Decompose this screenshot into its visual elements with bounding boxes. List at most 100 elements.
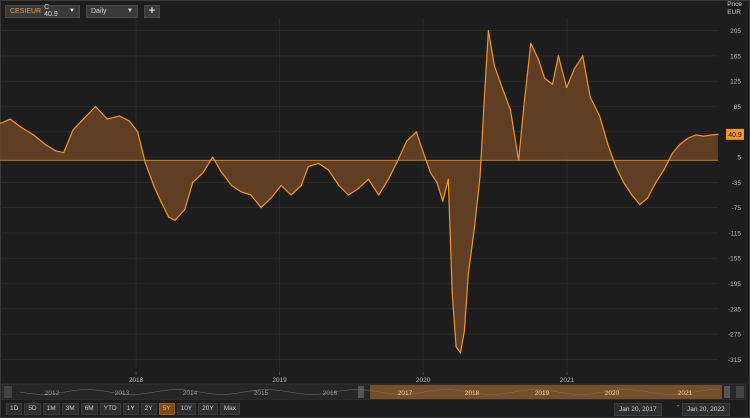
data-point	[467, 273, 469, 275]
data-point	[192, 181, 194, 183]
range-buttons: 1D 5D 1M 3M 6M YTD 1Y 2Y 5Y 10Y 20Y Max	[6, 403, 241, 415]
data-point	[479, 175, 481, 177]
data-point	[679, 143, 681, 145]
data-point	[655, 181, 657, 183]
data-point	[671, 153, 673, 155]
navigator-year-label: 2012	[45, 390, 60, 397]
data-point	[290, 194, 292, 196]
data-point	[327, 169, 329, 171]
data-point	[501, 86, 503, 89]
dropdown-icon: ▼	[69, 8, 75, 14]
data-point	[623, 181, 625, 183]
data-point	[451, 292, 453, 294]
price-chart[interactable]: -315-275-235-195-155-115-75-355458512516…	[0, 0, 750, 400]
y-tick-label: 125	[730, 79, 741, 86]
data-point	[54, 150, 57, 152]
data-point	[338, 184, 340, 187]
range-button-5d[interactable]: 5D	[24, 403, 41, 415]
data-point	[639, 203, 641, 206]
data-point	[106, 118, 108, 120]
range-button-3m[interactable]: 3M	[61, 403, 79, 415]
data-point	[551, 83, 554, 85]
data-point	[212, 156, 214, 158]
data-point	[430, 172, 432, 174]
data-point	[231, 184, 233, 187]
data-point	[387, 178, 390, 180]
series-fill	[0, 30, 718, 353]
range-button-10y[interactable]: 10Y	[176, 403, 197, 415]
navigator-right-handle	[724, 386, 730, 398]
navigator-year-label: 2015	[254, 390, 269, 397]
data-point	[395, 162, 397, 164]
navigator[interactable]: 2012 2013 2014 2015 2016 2017 2018 2019 2020 2021	[1, 383, 747, 400]
data-point	[260, 207, 262, 209]
data-point	[518, 159, 520, 161]
data-point	[530, 42, 532, 44]
y-axis: -315-275-235-195-155-115-75-355458512516…	[728, 28, 741, 364]
data-point	[436, 181, 438, 183]
data-point	[544, 77, 546, 79]
range-button-1y[interactable]: 1Y	[122, 403, 139, 415]
y-tick-label: -275	[728, 332, 741, 339]
data-point	[415, 131, 417, 133]
range-button-ytd[interactable]: YTD	[99, 403, 121, 415]
data-point	[663, 169, 665, 171]
y-tick-label: -155	[728, 256, 741, 263]
range-button-1m[interactable]: 1M	[42, 403, 60, 415]
ric-code: CESIEUR	[10, 7, 42, 15]
data-point	[280, 184, 282, 187]
navigator-year-label: 2017	[398, 390, 413, 397]
data-point	[32, 134, 35, 136]
data-point	[573, 68, 576, 70]
grid	[0, 18, 718, 372]
symbol-selector[interactable]: CESIEUR C 40.9 ▼	[5, 4, 80, 18]
data-point	[240, 191, 242, 193]
data-point	[9, 118, 11, 120]
data-point	[589, 96, 591, 98]
range-button-6m[interactable]: 6M	[80, 403, 98, 415]
data-point	[160, 200, 162, 202]
y-tick-label: -35	[732, 180, 742, 187]
data-point	[300, 184, 302, 187]
frequency-selector[interactable]: Daily ▼	[86, 4, 138, 18]
data-point	[202, 172, 204, 174]
data-point	[367, 178, 369, 180]
x-tick-label: 2019	[272, 377, 287, 384]
data-point	[137, 131, 139, 133]
date-to-field[interactable]: Jan 20, 2022	[682, 403, 730, 416]
range-button-20y[interactable]: 20Y	[198, 403, 218, 415]
data-point	[473, 229, 475, 231]
data-point	[523, 99, 526, 101]
y-tick-label: -235	[728, 306, 741, 313]
range-button-5y[interactable]: 5Y	[158, 403, 175, 415]
date-from-field[interactable]: Jan 20, 2017	[614, 403, 662, 416]
data-point	[493, 64, 495, 66]
plus-icon: +	[148, 5, 156, 17]
data-point	[44, 143, 46, 145]
range-button-max[interactable]: Max	[219, 403, 241, 415]
y-tick-label: 85	[734, 104, 742, 111]
data-point	[509, 109, 511, 111]
data-point	[631, 194, 633, 196]
data-point	[455, 346, 457, 348]
data-point	[174, 219, 176, 221]
range-button-1d[interactable]: 1D	[6, 403, 23, 415]
data-point	[153, 184, 155, 187]
date-separator: -	[677, 403, 680, 410]
data-point	[703, 135, 705, 137]
data-point	[270, 197, 272, 199]
data-point	[442, 200, 444, 202]
data-point	[422, 150, 424, 152]
data-point	[687, 137, 689, 139]
data-point	[20, 126, 22, 128]
data-point	[168, 216, 170, 218]
data-point	[607, 143, 609, 145]
data-point	[483, 96, 485, 98]
data-point	[647, 197, 649, 199]
range-button-2y[interactable]: 2Y	[140, 403, 157, 415]
frequency-label: Daily	[91, 7, 107, 15]
add-series-button[interactable]: +	[144, 4, 160, 18]
axis-title: Price	[727, 1, 742, 8]
data-point	[447, 178, 449, 180]
x-tick-label: 2021	[560, 377, 575, 384]
